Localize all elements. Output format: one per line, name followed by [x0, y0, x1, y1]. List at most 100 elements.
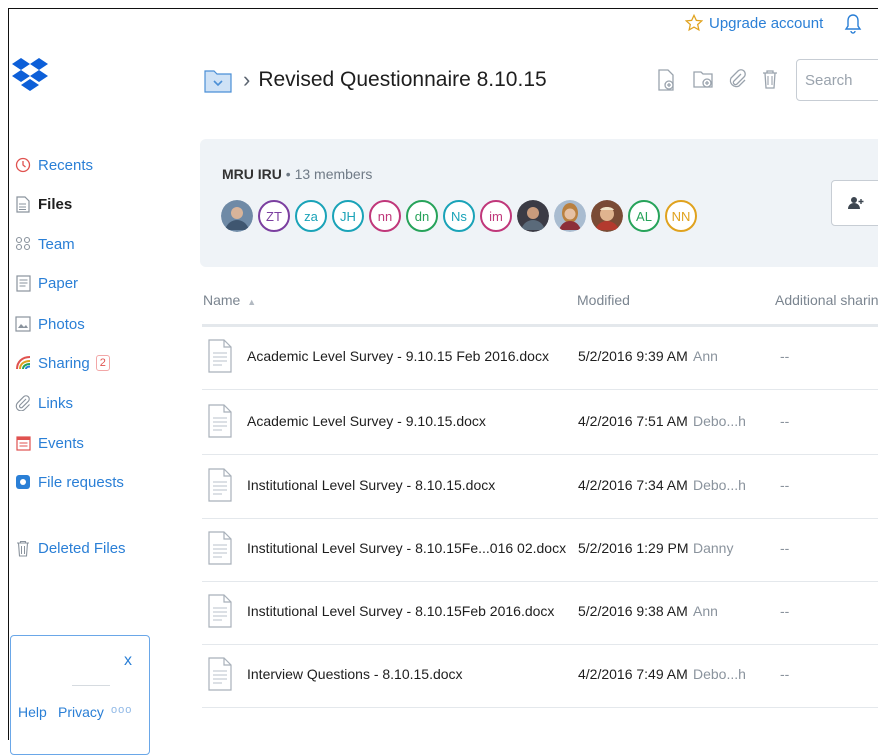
additional-sharing: -- [780, 603, 790, 619]
sidebar-item-photos[interactable]: Photos [14, 315, 85, 333]
sort-ascending-icon: ▲ [247, 297, 257, 307]
file-name[interactable]: Institutional Level Survey - 8.10.15Fe..… [247, 540, 566, 556]
table-row[interactable]: Academic Level Survey - 9.10.15 Feb 2016… [202, 327, 878, 390]
sidebar-item-label: Deleted Files [38, 539, 126, 557]
sidebar-item-label: Team [38, 235, 75, 253]
sidebar-item-paper[interactable]: Paper [14, 274, 78, 292]
sidebar-item-team[interactable]: Team [14, 235, 75, 253]
modified-date: 5/2/2016 9:38 AM [578, 603, 688, 619]
modified-by: Danny [693, 540, 734, 556]
search-input[interactable] [796, 59, 878, 101]
avatar[interactable]: im [480, 200, 512, 232]
breadcrumb: › Revised Questionnaire 8.10.15 [203, 66, 547, 94]
trash-icon [14, 539, 32, 557]
trash-icon[interactable] [761, 68, 779, 90]
column-header-label: Name [203, 292, 241, 308]
attach-icon[interactable] [727, 68, 747, 90]
column-header-modified[interactable]: Modified [577, 292, 630, 308]
breadcrumb-separator: › [243, 67, 251, 92]
modified-date: 4/2/2016 7:34 AM [578, 477, 688, 493]
table-row[interactable]: Academic Level Survey - 9.10.15.docx 4/2… [202, 392, 878, 455]
sidebar-item-label: Paper [38, 274, 79, 292]
photos-icon [14, 315, 32, 333]
avatar[interactable]: za [295, 200, 327, 232]
column-header-sharing[interactable]: Additional sharing [775, 292, 878, 308]
member-photo-1[interactable] [221, 200, 253, 232]
upgrade-account-link[interactable]: Upgrade account [685, 14, 823, 32]
avatar[interactable]: dn [406, 200, 438, 232]
document-icon [208, 657, 232, 691]
member-avatars: ZT za JH nn dn Ns im AL NN [221, 200, 697, 232]
document-icon [208, 468, 232, 502]
modified-by: Debo...h [693, 477, 746, 493]
new-folder-icon[interactable] [692, 68, 714, 90]
window-left-border [8, 8, 9, 740]
sidebar-item-recents[interactable]: Recents [14, 156, 93, 174]
page-title: Revised Questionnaire 8.10.15 [258, 68, 547, 91]
team-member-count: 13 members [294, 166, 373, 182]
table-row[interactable]: Institutional Level Survey - 8.10.15Fe..… [202, 519, 878, 582]
avatar[interactable]: nn [369, 200, 401, 232]
team-name: MRU IRU [222, 166, 282, 182]
team-header: MRU IRU • 13 members [222, 166, 372, 182]
member-photo-4[interactable] [591, 200, 623, 232]
additional-sharing: -- [780, 540, 790, 556]
more-menu-icon[interactable]: ooo [111, 704, 132, 716]
modified-date: 4/2/2016 7:49 AM [578, 666, 688, 682]
sidebar-item-label: Photos [38, 315, 85, 333]
file-name[interactable]: Academic Level Survey - 9.10.15.docx [247, 413, 486, 429]
sidebar-item-label: Recents [38, 156, 94, 174]
help-link[interactable]: Help [18, 704, 47, 720]
avatar[interactable]: JH [332, 200, 364, 232]
link-icon [14, 394, 32, 412]
file-name[interactable]: Interview Questions - 8.10.15.docx [247, 666, 463, 682]
card-divider [72, 685, 110, 686]
document-icon [208, 404, 232, 438]
file-icon [14, 195, 32, 213]
team-icon [14, 235, 32, 253]
sharing-count-badge: 2 [95, 355, 110, 371]
add-member-icon [848, 197, 864, 209]
bell-icon[interactable] [844, 13, 862, 35]
sidebar-item-file-requests[interactable]: File requests [14, 473, 124, 491]
sidebar-item-sharing[interactable]: Sharing 2 [14, 354, 110, 372]
modified-by: Ann [693, 603, 718, 619]
close-icon[interactable]: x [124, 652, 132, 670]
avatar[interactable]: NN [665, 200, 697, 232]
privacy-link[interactable]: Privacy [58, 704, 104, 720]
additional-sharing: -- [780, 666, 790, 682]
document-icon [208, 531, 232, 565]
avatar[interactable]: Ns [443, 200, 475, 232]
star-icon [685, 14, 703, 32]
column-header-name[interactable]: Name ▲ [203, 292, 256, 308]
modified-date: 5/2/2016 1:29 PM [578, 540, 689, 556]
avatar[interactable]: AL [628, 200, 660, 232]
sidebar-item-links[interactable]: Links [14, 394, 73, 412]
modified-by: Ann [693, 348, 718, 364]
document-icon [208, 594, 232, 628]
avatar[interactable]: ZT [258, 200, 290, 232]
member-photo-2[interactable] [517, 200, 549, 232]
new-file-icon[interactable] [656, 68, 676, 92]
member-photo-3[interactable] [554, 200, 586, 232]
file-name[interactable]: Institutional Level Survey - 8.10.15Feb … [247, 603, 554, 619]
sidebar-item-deleted-files[interactable]: Deleted Files [14, 539, 126, 557]
sidebar-item-label: Files [38, 195, 73, 213]
sidebar-item-label: Sharing [38, 354, 90, 372]
sidebar-item-files[interactable]: Files [14, 195, 72, 213]
table-row[interactable]: Interview Questions - 8.10.15.docx 4/2/2… [202, 645, 878, 708]
table-row[interactable]: Institutional Level Survey - 8.10.15.doc… [202, 456, 878, 519]
file-name[interactable]: Institutional Level Survey - 8.10.15.doc… [247, 477, 495, 493]
table-row[interactable]: Institutional Level Survey - 8.10.15Feb … [202, 582, 878, 645]
folder-icon[interactable] [203, 66, 233, 94]
add-member-button[interactable] [831, 180, 878, 226]
sidebar-item-events[interactable]: Events [14, 434, 84, 452]
calendar-icon [14, 434, 32, 452]
dropbox-logo-icon[interactable] [12, 56, 48, 100]
sidebar-item-label: Links [38, 394, 74, 412]
file-name[interactable]: Academic Level Survey - 9.10.15 Feb 2016… [247, 348, 549, 364]
sharing-icon [14, 354, 32, 372]
additional-sharing: -- [780, 413, 790, 429]
paper-icon [14, 274, 32, 292]
modified-date: 5/2/2016 9:39 AM [578, 348, 688, 364]
